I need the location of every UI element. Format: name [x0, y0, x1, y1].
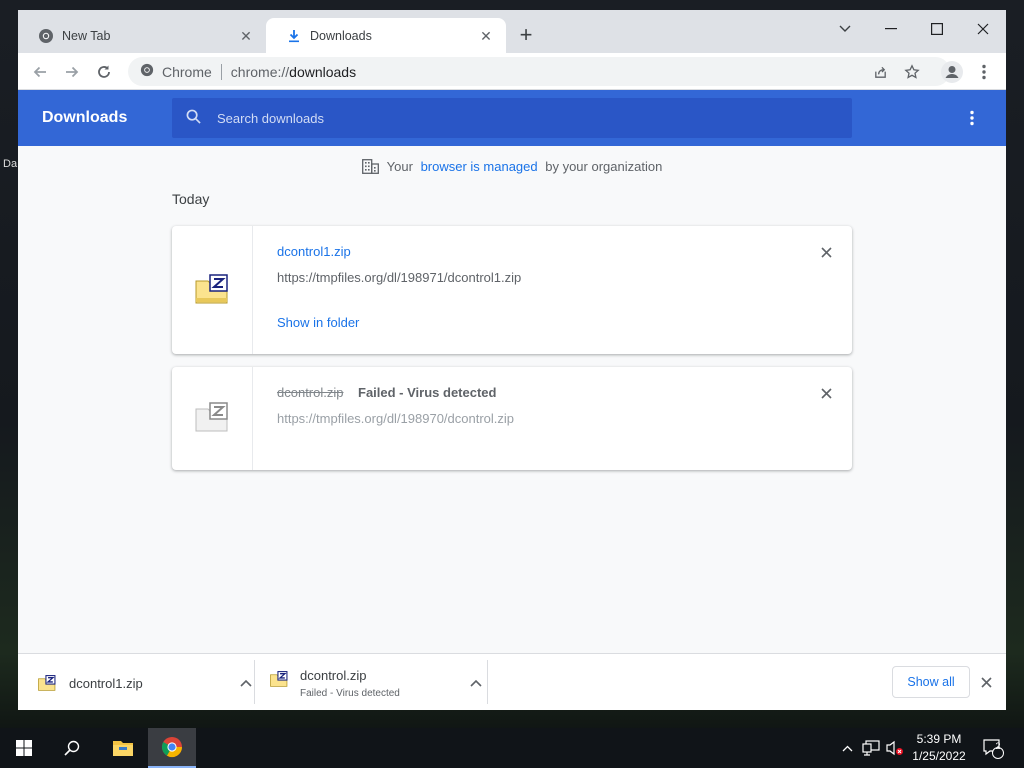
network-icon[interactable]	[860, 728, 882, 768]
zip-file-icon-disabled	[195, 402, 229, 435]
tab-search-icon[interactable]	[822, 14, 868, 44]
url-path: downloads	[289, 63, 357, 80]
show-in-folder-link[interactable]: Show in folder	[277, 315, 359, 330]
shelf-status: Failed - Virus detected	[300, 687, 400, 699]
chevron-up-icon[interactable]	[470, 679, 482, 687]
omnibox-scheme-label: Chrome	[162, 63, 212, 80]
download-status: Failed - Virus detected	[358, 385, 497, 400]
managed-prefix: Your	[386, 159, 417, 174]
url-prefix: chrome://	[230, 63, 290, 80]
shelf-divider	[254, 660, 255, 704]
search-icon	[186, 109, 201, 127]
shelf-item[interactable]: dcontrol.zip Failed - Virus detected	[270, 660, 482, 706]
minimize-button[interactable]	[868, 14, 914, 44]
search-downloads-field[interactable]: Search downloads	[172, 98, 852, 138]
desktop-icon-label[interactable]: Da	[3, 158, 17, 170]
system-clock[interactable]: 5:39 PM 1/25/2022	[906, 731, 972, 765]
more-menu-icon[interactable]	[971, 59, 997, 85]
downloads-header: Downloads Search downloads	[18, 90, 1006, 146]
shelf-filename: dcontrol1.zip	[69, 675, 143, 691]
downloads-more-icon[interactable]	[960, 106, 984, 130]
download-shelf: dcontrol1.zip dcontrol.zip Failed - Viru…	[18, 653, 1006, 710]
tab-new-tab[interactable]: New Tab ✕	[18, 18, 266, 53]
omnibox-divider	[220, 63, 222, 80]
tab-strip: New Tab ✕ Downloads ✕ +	[18, 10, 1006, 53]
windows-start-icon[interactable]	[4, 728, 44, 768]
building-icon	[361, 159, 379, 174]
clock-time: 5:39 PM	[916, 732, 962, 746]
volume-muted-icon[interactable]	[884, 728, 906, 768]
chrome-icon	[140, 63, 154, 80]
new-tab-button[interactable]: +	[514, 24, 538, 48]
reload-button[interactable]	[91, 59, 117, 85]
chrome-taskbar-icon[interactable]	[148, 728, 196, 768]
chrome-window: New Tab ✕ Downloads ✕ + Chrome chrome://…	[18, 10, 1006, 710]
search-placeholder: Search downloads	[217, 110, 324, 126]
taskbar: 5:39 PM 1/25/2022 2	[0, 728, 1024, 768]
profile-avatar[interactable]	[939, 59, 965, 85]
shelf-divider	[487, 660, 488, 704]
search-icon[interactable]	[52, 728, 92, 768]
downloads-page: Downloads Search downloads Your browser …	[18, 90, 1006, 653]
omnibox-url: chrome://downloads	[231, 64, 356, 80]
shelf-filename: dcontrol.zip	[300, 667, 367, 683]
forward-button[interactable]	[59, 59, 85, 85]
remove-item-icon[interactable]	[818, 244, 834, 260]
address-bar[interactable]: Chrome chrome://downloads	[128, 57, 950, 86]
managed-notice: Your browser is managed by your organiza…	[18, 159, 1006, 174]
share-icon[interactable]	[867, 59, 893, 85]
close-shelf-icon[interactable]	[978, 674, 994, 690]
close-window-button[interactable]	[960, 14, 1006, 44]
section-label-today: Today	[172, 191, 210, 207]
download-url: https://tmpfiles.org/dl/198970/dcontrol.…	[277, 411, 515, 426]
chevron-up-icon[interactable]	[838, 728, 856, 768]
zip-file-icon	[38, 675, 56, 691]
download-item-failed: dcontrol.zip Failed - Virus detected htt…	[172, 367, 852, 470]
clock-date: 1/25/2022	[912, 749, 966, 763]
browser-toolbar: Chrome chrome://downloads	[18, 53, 1006, 90]
shelf-item[interactable]: dcontrol1.zip	[32, 660, 252, 706]
file-explorer-icon[interactable]	[100, 728, 146, 768]
download-item: dcontrol1.zip https://tmpfiles.org/dl/19…	[172, 226, 852, 354]
download-icon	[286, 28, 302, 44]
zip-file-icon	[270, 671, 288, 687]
notification-center-icon[interactable]: 2	[978, 728, 1008, 768]
tab-title: Downloads	[310, 28, 372, 43]
download-filename: dcontrol.zip	[277, 385, 344, 400]
file-icon-column	[172, 367, 253, 470]
managed-link[interactable]: browser is managed	[421, 159, 538, 174]
tab-downloads[interactable]: Downloads ✕	[266, 18, 506, 53]
bookmark-star-icon[interactable]	[899, 59, 925, 85]
back-button[interactable]	[27, 59, 53, 85]
page-title: Downloads	[42, 109, 128, 126]
remove-item-icon[interactable]	[818, 385, 834, 401]
shelf-item-text: dcontrol.zip Failed - Virus detected	[300, 668, 470, 699]
download-url[interactable]: https://tmpfiles.org/dl/198971/dcontrol1…	[277, 270, 521, 285]
chrome-icon	[38, 28, 54, 44]
file-icon-column	[172, 226, 253, 354]
tab-title: New Tab	[62, 28, 111, 43]
notification-count-badge: 2	[995, 741, 1001, 751]
chevron-up-icon[interactable]	[240, 679, 252, 687]
show-all-button[interactable]: Show all	[892, 666, 970, 698]
maximize-button[interactable]	[914, 14, 960, 44]
zip-file-icon	[195, 273, 229, 307]
download-filename-link[interactable]: dcontrol1.zip	[277, 244, 351, 259]
close-tab-icon[interactable]: ✕	[478, 28, 494, 44]
managed-suffix: by your organization	[541, 159, 663, 174]
close-tab-icon[interactable]: ✕	[238, 28, 254, 44]
